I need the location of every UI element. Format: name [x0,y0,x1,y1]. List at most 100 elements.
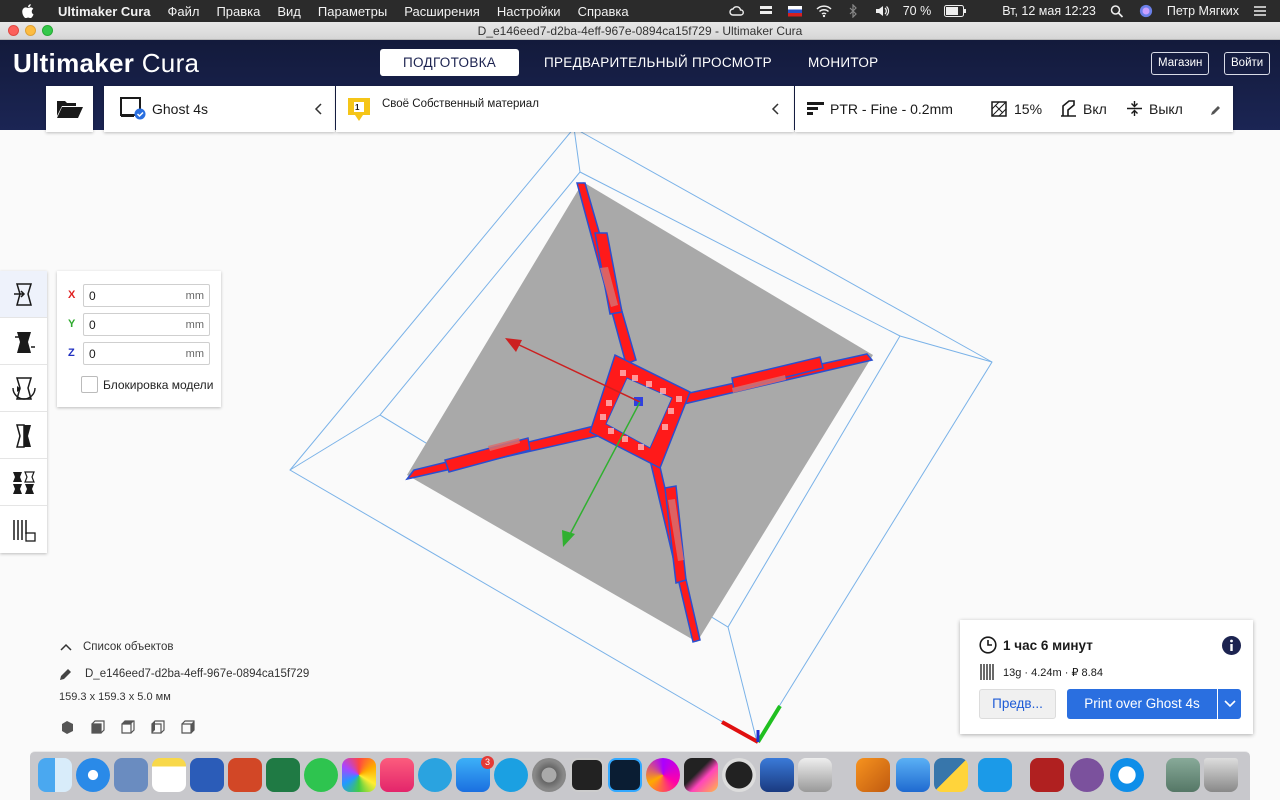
motion-icon[interactable] [646,758,680,792]
info-icon[interactable] [1222,636,1241,655]
scale-tool-button[interactable] [0,318,47,365]
x-position-value: 0 [89,289,96,303]
move-tool-button[interactable] [0,271,47,318]
support-icon [1061,100,1076,117]
open-file-button[interactable] [46,86,93,132]
rotate-tool-button[interactable] [0,365,47,412]
y-position-input[interactable]: 0 mm [83,313,210,336]
tool-sidebar [0,271,47,553]
per-model-settings-icon [13,471,35,494]
whatsapp-icon[interactable] [304,758,338,792]
notes-icon[interactable] [152,758,186,792]
system-preferences-icon[interactable] [532,758,566,792]
material-estimate: 13g · 4.24m · ₽ 8.84 [1003,667,1103,679]
lock-model-checkbox[interactable] [81,376,98,393]
per-model-settings-button[interactable] [0,459,47,506]
filament-barcode-icon [980,664,994,680]
safari-icon[interactable] [76,758,110,792]
view-top-icon[interactable] [120,720,135,735]
app-store-icon[interactable]: 3 [456,756,494,792]
x-unit: mm [185,290,204,302]
view-front-icon[interactable] [90,720,105,735]
remote-desktop-icon[interactable] [760,758,794,792]
folder-open-icon [57,101,83,118]
z-position-value: 0 [89,347,96,361]
photoshop-icon[interactable] [608,758,642,792]
music-icon[interactable] [380,758,414,792]
excel-icon[interactable] [266,758,300,792]
print-settings-selector[interactable]: PTR - Fine - 0.2mm 15% Вкл Выкл [795,86,1233,132]
app-store-badge: 3 [481,756,494,769]
object-list-toggle[interactable]: Список объектов [83,641,173,653]
profile-icon [807,102,824,115]
y-axis-row: Y 0 mm [57,313,221,337]
downloads-stack-icon[interactable] [1166,758,1200,792]
print-time: 1 час 6 минут [1003,638,1093,653]
word-icon[interactable] [190,758,224,792]
mirror-tool-icon [16,424,31,448]
move-tool-panel: X 0 mm Y 0 mm Z 0 mm Блокировка модели [57,271,221,407]
preview-button[interactable]: Предв... [979,689,1056,719]
terminal-icon[interactable] [570,758,604,792]
printer-app-icon[interactable] [798,758,832,792]
finder-icon[interactable] [38,758,72,792]
teamviewer-icon[interactable] [1110,758,1144,792]
adhesion-value: Выкл [1149,101,1183,117]
y-unit: mm [185,319,204,331]
chevron-up-icon[interactable] [60,643,72,651]
infill-icon [991,101,1007,117]
final-cut-icon[interactable] [684,758,718,792]
lock-model-label: Блокировка модели [103,378,214,392]
pencil-icon[interactable] [59,667,73,681]
trash-icon[interactable] [1204,758,1238,792]
photos-icon[interactable] [342,758,376,792]
z-unit: mm [185,348,204,360]
support-blocker-button[interactable] [0,506,47,553]
cura-app-icon[interactable] [978,758,1012,792]
python-launcher-icon[interactable] [934,758,968,792]
view-right-icon[interactable] [180,720,195,735]
powerpoint-icon[interactable] [228,758,262,792]
rotate-tool-icon [12,377,36,400]
clock-icon [979,636,997,654]
y-axis-label: Y [68,318,76,330]
printer-name: Ghost 4s [152,101,209,117]
print-button[interactable]: Print over Ghost 4s [1067,689,1217,719]
z-axis-label: Z [68,347,75,359]
view-3d-icon[interactable] [60,720,75,735]
x-axis-label: X [68,289,76,301]
support-value: Вкл [1083,101,1107,117]
skype-icon[interactable] [494,758,528,792]
object-name[interactable]: D_e146eed7-d2ba-4eff-967e-0894ca15f729 [85,668,309,680]
infill-value: 15% [1014,101,1043,117]
z-position-input[interactable]: 0 mm [83,342,210,365]
view-left-icon[interactable] [150,720,165,735]
photo-booth-icon[interactable] [1030,758,1064,792]
move-tool-icon [14,283,33,306]
material-name: Своё Собственный материал [382,98,539,110]
x-position-input[interactable]: 0 mm [83,284,210,307]
scale-tool-icon [15,332,35,353]
fusion-360-icon[interactable] [856,758,890,792]
y-position-value: 0 [89,318,96,332]
telegram-icon[interactable] [418,758,452,792]
adhesion-icon [1127,101,1142,116]
viber-icon[interactable] [1070,758,1104,792]
mac-dock: 3 [30,751,1250,800]
xcode-icon[interactable] [896,758,930,792]
support-blocker-icon [13,520,36,542]
view-orientation-controls [60,720,195,735]
mirror-tool-button[interactable] [0,412,47,459]
edit-pencil-icon[interactable] [1210,104,1222,116]
x-axis-row: X 0 mm [57,284,221,308]
chevron-left-icon [771,103,779,115]
origin-axes-indicator [721,704,782,744]
printer-selector[interactable]: Ghost 4s [104,86,335,132]
print-options-dropdown[interactable] [1218,689,1241,719]
speedometer-app-icon[interactable] [722,758,756,792]
chevron-left-icon [314,103,322,115]
extruder-number: 1 [355,103,360,112]
mail-bird-icon[interactable] [114,758,148,792]
material-selector[interactable]: 1 Своё Собственный материал [336,86,794,132]
printer-icon [120,97,146,120]
